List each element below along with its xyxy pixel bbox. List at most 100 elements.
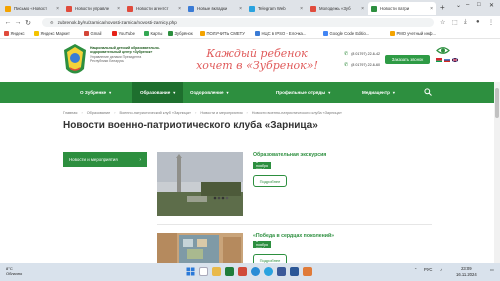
tab-active[interactable]: Новости патри × [368,2,436,15]
phone-row[interactable]: ✆ (8 01797) 22-6-42 [344,49,380,60]
bookmark-item[interactable]: Карты [144,31,162,36]
new-tab-button[interactable]: + [440,3,445,12]
taskbar-app-icon[interactable] [238,267,247,276]
close-icon[interactable]: × [428,6,433,12]
close-icon[interactable]: × [176,6,181,12]
bookmark-favicon [390,31,395,36]
tab-1[interactable]: Новости управле × [63,2,123,15]
breadcrumb-item[interactable]: Военно-патриотический клуб «Зарница» [120,111,192,115]
download-icon[interactable]: ⤓ [464,19,467,26]
tab-favicon [188,5,194,12]
close-window-button[interactable]: ✕ [489,2,494,9]
chevron-down-icon: ▾ [328,90,331,95]
tab-search-icon[interactable]: ⌄ [456,2,461,9]
close-icon[interactable]: × [298,6,303,12]
reload-icon[interactable]: ↻ [23,19,33,27]
menu-item-profile-squads[interactable]: Профильные отряды ▾ [276,82,330,103]
low-vision-icon[interactable] [436,46,450,55]
bookmark-item[interactable]: PMO учетный инф... [390,31,436,36]
phone-icon: ✆ [344,51,349,57]
back-icon[interactable]: ← [3,19,13,26]
page-scrollbar[interactable] [494,82,500,263]
flag-en-icon[interactable] [452,58,458,62]
close-icon[interactable]: × [359,6,364,12]
bookmark-item[interactable]: YouTube [112,31,135,36]
volume-icon[interactable]: ♪ [440,267,442,272]
news-thumbnail[interactable] [157,233,243,263]
bookmark-star-icon[interactable]: ☆ [440,19,445,26]
taskbar-search-icon[interactable] [199,267,208,276]
taskbar-app-icon[interactable] [277,267,286,276]
bookmark-favicon [34,31,39,36]
zubrenok-logo[interactable] [63,43,87,79]
windows-start-icon[interactable] [186,267,195,276]
news-title[interactable]: Образовательная экскурсия [253,152,326,158]
taskbar-app-icon[interactable] [303,267,312,276]
tab-2[interactable]: Новости агентст × [124,2,184,15]
telegram-icon[interactable] [264,267,273,276]
news-date-badge: 8 ноября 2024 [253,239,271,251]
flag-by-icon[interactable] [436,58,442,62]
minimize-button[interactable]: – [466,2,469,8]
site-info-icon[interactable]: ⚙ [50,20,54,25]
phone-row[interactable]: ✆ (8 01797) 22-6-60 [344,60,380,71]
bookmark-label: НЦС в IPSO - Елочка... [261,31,307,36]
tab-4[interactable]: Telegram Web × [246,2,306,15]
profile-avatar[interactable]: ● [476,19,480,25]
bookmark-favicon [112,31,117,36]
menu-item-education[interactable]: Образование ▾ [132,82,184,103]
breadcrumb-separator: › [81,111,83,115]
bookmark-item[interactable]: Google Code Editio... [323,31,369,36]
tab-label: Telegram Web [258,6,286,11]
web-page: Национальный детский образовательно-оздо… [0,40,500,263]
breadcrumb-item[interactable]: Образование [87,111,111,115]
request-call-button[interactable]: Заказать звонок [385,55,430,64]
bookmark-favicon [4,31,9,36]
taskbar-app-icon[interactable] [225,267,234,276]
bookmark-favicon [144,31,149,36]
news-thumbnail[interactable] [157,152,243,216]
tab-favicon [371,5,377,12]
flag-ru-icon[interactable] [444,58,450,62]
menu-item-about[interactable]: О Зубренке ▾ [80,82,111,103]
language-indicator[interactable]: РУС [424,267,432,272]
tab-3[interactable]: Новые вкладки × [185,2,245,15]
maximize-button[interactable]: □ [477,2,481,8]
bookmark-item[interactable]: ПОЛУЧИТЬ СМЕТУ [200,31,245,36]
tab-5[interactable]: Молодежь «Зуб × [307,2,367,15]
menu-label: Оздоровление [190,90,224,95]
bookmark-item[interactable]: Яндекс Маркет [34,31,70,36]
bookmark-favicon [323,31,328,36]
close-icon[interactable]: × [237,6,242,12]
bookmark-item[interactable]: НЦС в IPSO - Елочка... [255,31,306,36]
word-icon[interactable] [290,267,299,276]
close-icon[interactable]: × [115,6,120,12]
menu-kebab-icon[interactable]: ⋮ [488,19,494,26]
menu-item-mediacenter[interactable]: Медиацентр ▾ [362,82,395,103]
forward-icon[interactable]: → [13,19,23,26]
notification-icon[interactable]: ▭ [490,267,494,272]
address-bar[interactable]: ⚙ zubrenok.by/ru/zarnica/novosti-zarnica… [42,18,434,27]
scrollbar-thumb[interactable] [495,88,499,118]
chrome-icon[interactable] [251,267,260,276]
file-explorer-icon[interactable] [212,267,221,276]
system-clock[interactable]: 23:09 16.11.2024 [456,266,477,277]
tab-0[interactable]: Письмо «Новост × [2,2,62,15]
breadcrumb: Главная › Образование › Военно-патриотичес… [63,111,342,115]
tray-chevron-icon[interactable]: ⌃ [414,267,418,272]
read-more-button[interactable]: Подробнее [253,175,287,187]
weather-widget[interactable]: 8°C Облачно [6,266,22,276]
bookmark-item[interactable]: Яндекс [4,31,25,36]
sidebar-item-news[interactable]: Новости и мероприятия › [63,152,147,167]
breadcrumb-item[interactable]: Новости и мероприятия [200,111,242,115]
menu-item-health[interactable]: Оздоровление ▾ [190,82,229,103]
menu-label: Образование [140,90,171,95]
breadcrumb-item[interactable]: Главная [63,111,77,115]
org-subtitle: Управление делами Президента Республики … [90,54,142,63]
bookmark-item[interactable]: Gmail [84,31,101,36]
read-more-button[interactable]: Подробнее [253,254,287,263]
bookmark-item[interactable]: Зубрёнок [168,31,193,36]
search-icon[interactable] [424,88,432,96]
close-icon[interactable]: × [54,6,59,12]
extensions-icon[interactable]: ⬚ [452,19,458,26]
